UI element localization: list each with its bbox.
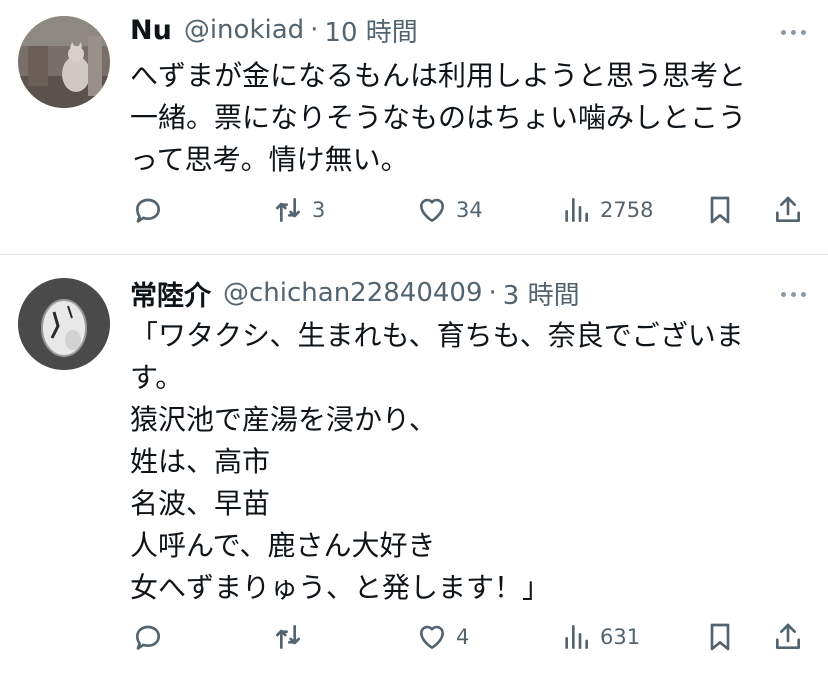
tweet-text: 「ワタクシ、生まれも、育ちも、奈良でございま す。 猿沢池で産湯を浸かり、 姓は… xyxy=(130,315,800,609)
bookmark-icon xyxy=(710,623,730,651)
separator-dot: · xyxy=(488,278,497,308)
tweet-text-line: 人呼んで、鹿さん大好き xyxy=(130,529,436,562)
tweet-text-line: す。 xyxy=(130,361,184,394)
tweet-text-line: 姓は、高市 xyxy=(130,445,271,478)
views-icon xyxy=(565,625,588,649)
like-count: 4 xyxy=(456,625,470,649)
tweet-text-line: 「ワタクシ、生まれも、育ちも、奈良でございま xyxy=(130,319,744,352)
tweet-text-line: 女へずまりゅう、と発します！」 xyxy=(130,571,551,604)
bookmark-button[interactable] xyxy=(704,617,736,657)
tweet[interactable]: 常陸介 @chichan22840409 · 3 時間 「ワタクシ、生まれも、育… xyxy=(0,0,828,674)
avatar[interactable] xyxy=(18,278,110,370)
views-count: 631 xyxy=(600,625,641,649)
heart-icon xyxy=(420,625,444,649)
views-button[interactable]: 631 xyxy=(560,617,640,657)
retweet-icon xyxy=(276,625,300,649)
reply-icon xyxy=(136,625,160,650)
timestamp[interactable]: 3 時間 xyxy=(503,275,580,312)
display-name[interactable]: 常陸介 xyxy=(130,274,211,313)
handle[interactable]: @chichan22840409 xyxy=(223,278,483,308)
more-icon[interactable] xyxy=(781,292,806,297)
share-button[interactable] xyxy=(772,617,804,657)
retweet-button[interactable] xyxy=(272,617,312,657)
tweet-text-line: 名波、早苗 xyxy=(130,487,271,520)
action-bar: 4 631 xyxy=(0,617,828,657)
like-button[interactable]: 4 xyxy=(416,617,469,657)
share-icon xyxy=(776,623,800,649)
reply-button[interactable] xyxy=(132,617,172,657)
tweet-text-line: 猿沢池で産湯を浸かり、 xyxy=(130,403,437,436)
